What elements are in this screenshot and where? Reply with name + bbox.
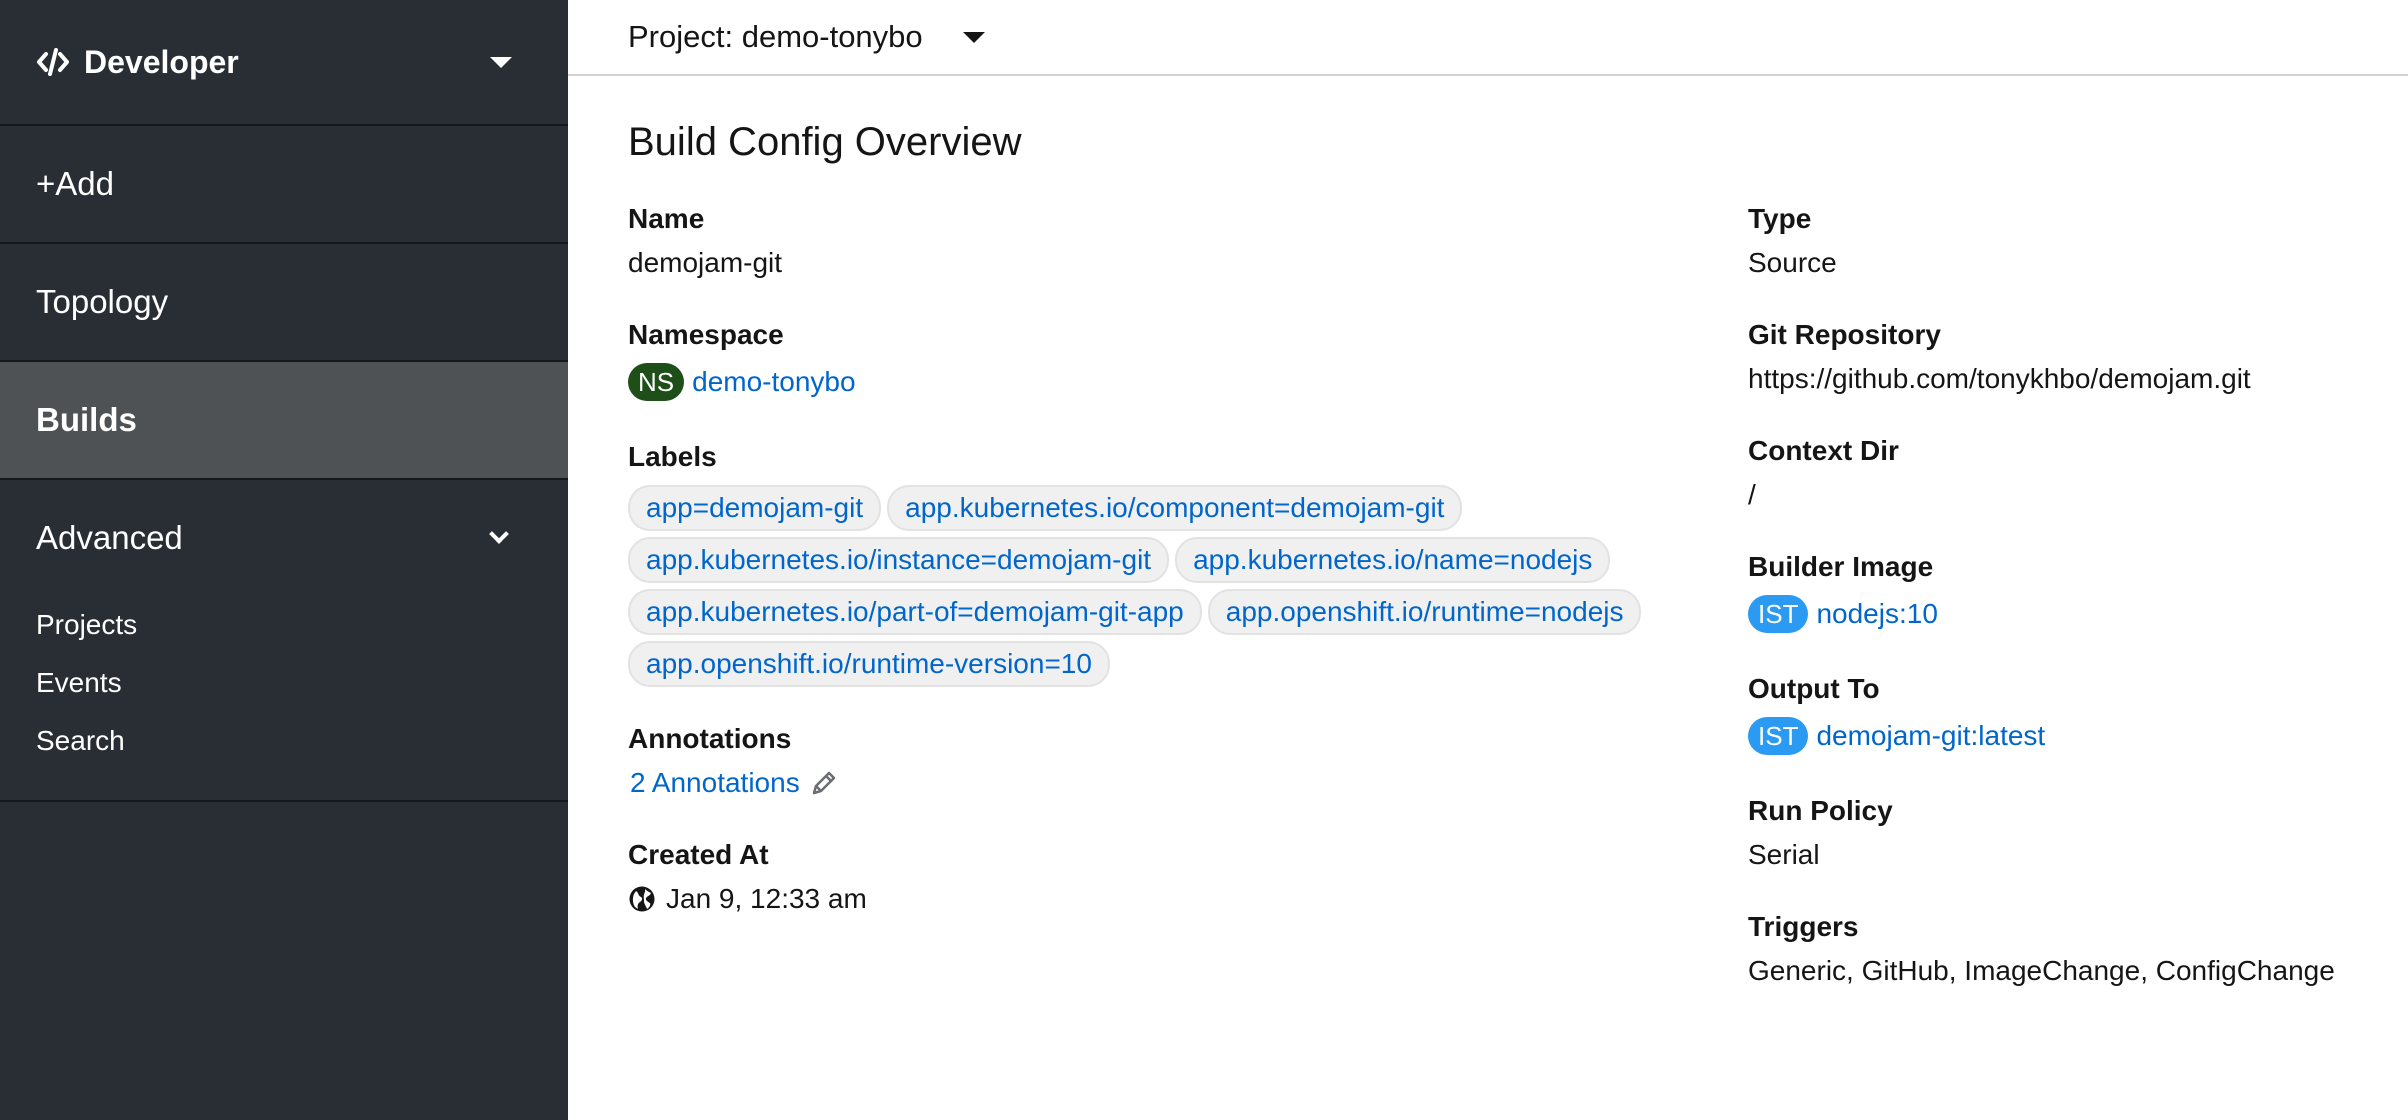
label-chip[interactable]: app.openshift.io/runtime=nodejs — [1207, 589, 1642, 635]
field-value: / — [1748, 479, 1756, 510]
annotations-edit-button[interactable]: 2 Annotations — [628, 767, 1748, 799]
output-resource: IST demojam-git:latest — [1748, 717, 2348, 755]
sidebar-group-advanced: Advanced Projects Events Search — [0, 480, 568, 802]
field-triggers: Triggers Generic, GitHub, ImageChange, C… — [1748, 911, 2348, 987]
field-value: https://github.com/tonykhbo/demojam.git — [1748, 363, 2251, 394]
label-chip[interactable]: app.kubernetes.io/part-of=demojam-git-ap… — [628, 589, 1202, 635]
label-chip[interactable]: app.kubernetes.io/name=nodejs — [1175, 537, 1611, 583]
field-namespace: Namespace NS demo-tonybo — [628, 319, 1748, 401]
field-label: Type — [1748, 203, 1812, 234]
field-label: Annotations — [628, 723, 792, 754]
field-label: Run Policy — [1748, 795, 1893, 826]
project-bar: Project: demo-tonybo — [568, 0, 2408, 76]
builder-image-link[interactable]: nodejs:10 — [1816, 598, 1937, 630]
ist-badge: IST — [1748, 717, 1809, 755]
field-label: Labels — [628, 441, 717, 472]
field-value: Generic, GitHub, ImageChange, ConfigChan… — [1748, 955, 2335, 986]
page-body: Build Config Overview Name demojam-git N… — [568, 76, 2408, 1027]
sidebar: Developer +Add Topology Builds Advanced … — [0, 0, 568, 1120]
output-link[interactable]: demojam-git:latest — [1816, 720, 2045, 752]
ns-badge: NS — [628, 363, 685, 401]
field-label: Builder Image — [1748, 551, 1934, 582]
field-builder-image: Builder Image IST nodejs:10 — [1748, 551, 2348, 633]
sidebar-item-builds[interactable]: Builds — [0, 362, 568, 480]
builder-image-resource: IST nodejs:10 — [1748, 595, 2348, 633]
field-label: Output To — [1748, 673, 1880, 704]
perspective-switcher[interactable]: Developer — [0, 0, 568, 126]
field-type: Type Source — [1748, 203, 2348, 279]
field-value: demojam-git — [628, 247, 783, 278]
main-content: Project: demo-tonybo Build Config Overvi… — [568, 0, 2408, 1120]
field-label: Git Repository — [1748, 319, 1941, 350]
pencil-icon[interactable] — [810, 769, 838, 797]
field-name: Name demojam-git — [628, 203, 1748, 279]
field-git-repository: Git Repository https://github.com/tonykh… — [1748, 319, 2348, 395]
ist-badge: IST — [1748, 595, 1809, 633]
field-value: Serial — [1748, 839, 1820, 870]
app-root: Developer +Add Topology Builds Advanced … — [0, 0, 2408, 1120]
created-value: Jan 9, 12:33 am — [666, 883, 867, 914]
sidebar-item-add[interactable]: +Add — [0, 126, 568, 244]
label-chip[interactable]: app.kubernetes.io/instance=demojam-git — [628, 537, 1170, 583]
namespace-link[interactable]: demo-tonybo — [692, 366, 855, 398]
annotations-link[interactable]: 2 Annotations — [630, 767, 800, 799]
page-title: Build Config Overview — [628, 120, 1022, 164]
sidebar-item-events[interactable]: Events — [0, 654, 568, 712]
project-selector[interactable]: Project: demo-tonybo — [628, 19, 923, 55]
label-chip[interactable]: app.kubernetes.io/component=demojam-git — [887, 485, 1463, 531]
label-list: app=demojam-git app.kubernetes.io/compon… — [628, 485, 1728, 693]
field-output-to: Output To IST demojam-git:latest — [1748, 673, 2348, 755]
namespace-resource: NS demo-tonybo — [628, 363, 1748, 401]
sidebar-subitems: Projects Events Search — [0, 596, 568, 800]
field-label: Created At — [628, 839, 769, 870]
details-left: Name demojam-git Namespace NS demo-tonyb… — [628, 203, 1748, 1027]
sidebar-item-search[interactable]: Search — [0, 712, 568, 770]
caret-down-icon[interactable] — [962, 31, 985, 43]
field-label: Name — [628, 203, 705, 234]
perspective-label: Developer — [84, 43, 239, 80]
sidebar-group-advanced-toggle[interactable]: Advanced — [0, 480, 568, 596]
sidebar-item-projects[interactable]: Projects — [0, 596, 568, 654]
field-value: Source — [1748, 247, 1837, 278]
chevron-down-icon — [489, 524, 509, 544]
sidebar-item-topology[interactable]: Topology — [0, 244, 568, 362]
field-label: Context Dir — [1748, 435, 1899, 466]
field-labels: Labels app=demojam-git app.kubernetes.io… — [628, 441, 1748, 693]
globe-icon — [628, 885, 656, 913]
created-timestamp: Jan 9, 12:33 am — [628, 883, 1748, 915]
field-created-at: Created At Jan 9, 12:33 am — [628, 839, 1748, 915]
caret-down-icon — [490, 56, 512, 68]
field-run-policy: Run Policy Serial — [1748, 795, 2348, 871]
label-chip[interactable]: app.openshift.io/runtime-version=10 — [628, 641, 1110, 687]
details-columns: Name demojam-git Namespace NS demo-tonyb… — [628, 203, 2348, 1027]
label-chip[interactable]: app=demojam-git — [628, 485, 882, 531]
details-right: Type Source Git Repository https://githu… — [1748, 203, 2348, 1027]
field-context-dir: Context Dir / — [1748, 435, 2348, 511]
code-icon — [36, 45, 70, 79]
field-label: Namespace — [628, 319, 784, 350]
field-annotations: Annotations 2 Annotations — [628, 723, 1748, 799]
field-label: Triggers — [1748, 911, 1859, 942]
sidebar-group-label: Advanced — [36, 519, 183, 556]
